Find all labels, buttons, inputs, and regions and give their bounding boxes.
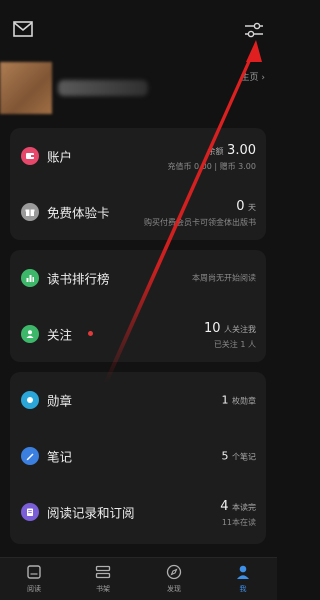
ranking-title: 读书排行榜 (47, 271, 110, 287)
balance-detail: 充值币 0.00 | 赠币 3.00 (167, 162, 257, 171)
balance: 余额 3.00 (207, 143, 256, 158)
trial-card-row[interactable]: 免费体验卡 0 天 购买付费会员卡可领金体出版书 (10, 184, 266, 240)
followers-count: 10 人关注我 (203, 321, 256, 336)
follow-row[interactable]: 关注 10 人关注我 已关注 1 人 (10, 306, 266, 362)
records-card: 勋章 1 枚勋章 笔记 5 个笔记 阅读记录和订阅 4 本读完 11本在读 (10, 372, 266, 544)
nav-read-label: 阅读 (27, 585, 41, 593)
person-icon (237, 565, 249, 579)
reading-history-title: 阅读记录和订阅 (47, 505, 135, 521)
book-open-icon (27, 565, 41, 579)
notes-count: 5 个笔记 (221, 449, 257, 463)
follow-icon (21, 325, 39, 343)
nav-discover-label: 发现 (167, 585, 181, 593)
top-bar (0, 0, 277, 56)
reading-history-row[interactable]: 阅读记录和订阅 4 本读完 11本在读 (10, 484, 266, 540)
account-row[interactable]: 账户 余额 3.00 充值币 0.00 | 赠币 3.00 (10, 128, 266, 184)
compass-icon (166, 564, 182, 580)
balance-value: 3.00 (227, 143, 256, 158)
ranking-detail: 本周尚无开始阅读 (192, 273, 256, 283)
profile-header[interactable]: 主页 › (0, 56, 277, 118)
account-title: 账户 (47, 149, 73, 165)
badge-icon (21, 391, 39, 409)
nav-me-label: 我 (239, 585, 247, 593)
nav-me[interactable]: 我 (223, 562, 263, 598)
notes-row[interactable]: 笔记 5 个笔记 (10, 428, 266, 484)
trial-card-detail: 购买付费会员卡可领金体出版书 (144, 218, 256, 227)
follow-title: 关注 (47, 327, 73, 343)
history-icon (21, 503, 39, 521)
trial-card-title: 免费体验卡 (47, 205, 110, 221)
badges-count: 1 枚勋章 (221, 393, 257, 407)
notes-title: 笔记 (47, 449, 73, 465)
gift-icon (21, 203, 39, 221)
bottom-nav: 阅读 书架 发现 我 (0, 557, 277, 600)
wallet-card: 账户 余额 3.00 充值币 0.00 | 赠币 3.00 免费体验卡 0 天 … (10, 128, 266, 240)
nav-discover[interactable]: 发现 (154, 562, 194, 598)
wallet-icon (21, 147, 39, 165)
badges-row[interactable]: 勋章 1 枚勋章 (10, 372, 266, 428)
avatar[interactable] (0, 62, 52, 114)
settings-sliders-icon[interactable] (243, 19, 265, 41)
bookshelf-icon (95, 565, 111, 579)
nav-bookshelf[interactable]: 书架 (83, 562, 123, 598)
nav-read[interactable]: 阅读 (14, 562, 54, 598)
badges-title: 勋章 (47, 393, 73, 409)
ranking-row[interactable]: 读书排行榜 本周尚无开始阅读 (10, 250, 266, 306)
username-blurred (58, 80, 148, 96)
ranking-icon (21, 269, 39, 287)
notes-icon (21, 447, 39, 465)
following-detail: 已关注 1 人 (213, 340, 256, 349)
mail-icon[interactable] (13, 21, 33, 37)
homepage-link[interactable]: 主页 › (241, 70, 265, 83)
new-notification-dot (88, 331, 93, 336)
social-card: 读书排行榜 本周尚无开始阅读 关注 10 人关注我 已关注 1 人 (10, 250, 266, 362)
nav-bookshelf-label: 书架 (96, 585, 110, 593)
trial-days: 0 天 (236, 199, 256, 214)
books-reading: 11本在读 (221, 518, 256, 527)
books-finished: 4 本读完 (220, 499, 256, 514)
